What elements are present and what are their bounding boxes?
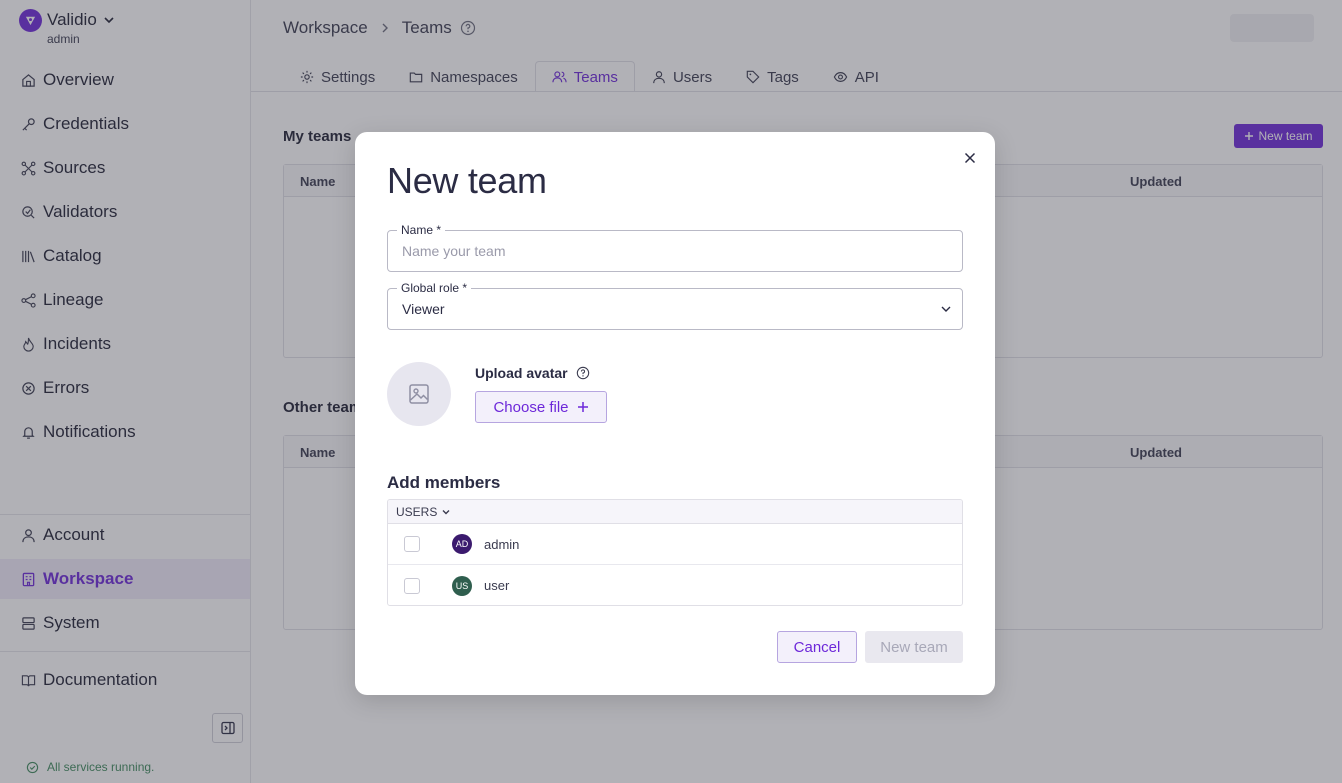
new-team-dialog: New team Name * Global role * Viewer Upl…	[355, 132, 995, 695]
member-row[interactable]: AD admin	[388, 524, 962, 565]
image-icon	[409, 384, 429, 404]
choose-file-label: Choose file	[493, 398, 569, 416]
close-button[interactable]	[961, 149, 979, 167]
selected-role: Viewer	[402, 301, 445, 317]
help-icon[interactable]	[576, 366, 590, 380]
member-checkbox[interactable]	[404, 577, 420, 594]
field-label: Global role *	[397, 280, 472, 296]
member-name: user	[484, 578, 510, 593]
choose-file-button[interactable]: Choose file	[475, 391, 607, 423]
cancel-button[interactable]: Cancel	[777, 631, 857, 663]
add-members-title: Add members	[387, 473, 501, 492]
avatar-placeholder	[387, 362, 451, 426]
team-name-input[interactable]	[388, 231, 962, 271]
filter-label: USERS	[396, 504, 438, 519]
member-checkbox[interactable]	[404, 536, 420, 552]
members-list: USERS AD admin US user	[387, 499, 963, 606]
create-team-button[interactable]: New team	[865, 631, 963, 663]
global-role-select[interactable]: Global role * Viewer	[387, 280, 963, 330]
avatar: US	[452, 575, 472, 596]
close-icon	[964, 152, 976, 164]
avatar: AD	[452, 534, 472, 554]
member-row[interactable]: US user	[388, 565, 962, 605]
members-filter[interactable]: USERS	[388, 500, 962, 524]
team-name-field[interactable]: Name *	[387, 222, 963, 272]
dialog-title: New team	[387, 160, 547, 201]
chevron-down-icon	[940, 303, 952, 315]
plus-icon	[577, 402, 588, 412]
chevron-down-icon	[441, 507, 451, 517]
member-name: admin	[484, 536, 520, 552]
upload-label-text: Upload avatar	[475, 365, 568, 381]
upload-avatar-label: Upload avatar	[475, 365, 590, 381]
